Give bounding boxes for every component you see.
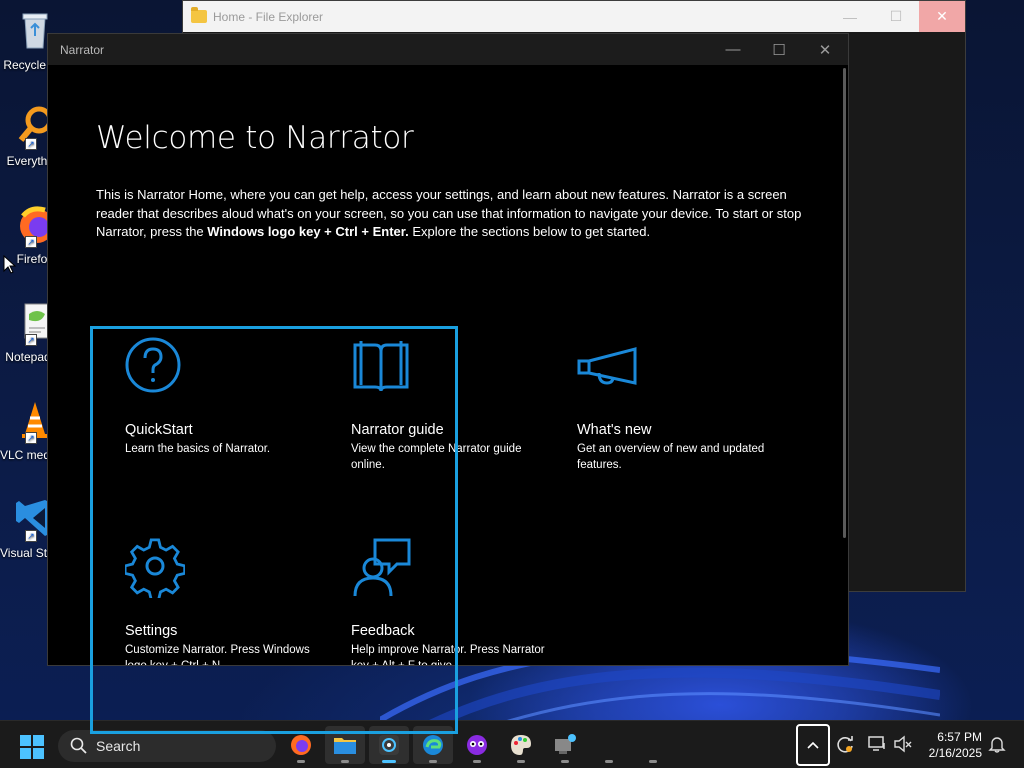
tile-description: View the complete Narrator guide online. (351, 443, 522, 471)
narrator-close-button[interactable]: ✕ (802, 34, 848, 65)
taskbar-edge[interactable] (413, 726, 453, 764)
tile-whats-new[interactable]: What's new Get an overview of new and up… (577, 337, 777, 473)
narrator-minimize-button[interactable]: — (710, 34, 756, 65)
taskbar-file-explorer[interactable] (325, 726, 365, 764)
book-icon (353, 341, 409, 392)
bell-icon (988, 737, 1006, 753)
clock-time: 6:57 PM (937, 730, 982, 744)
tile-settings[interactable]: Settings Customize Narrator. Press Windo… (123, 538, 325, 666)
running-indicator (605, 760, 613, 763)
running-indicator (473, 760, 481, 763)
taskbar: Search 6:57 PM 2/16/2025 (0, 720, 1024, 768)
explorer-maximize-button[interactable]: ☐ (873, 1, 919, 32)
running-indicator (382, 760, 396, 763)
intro-shortcut-text: Windows logo key + Ctrl + Enter. (207, 224, 409, 239)
gear-icon (123, 538, 187, 601)
update-refresh-icon (837, 736, 853, 753)
taskbar-search-box[interactable]: Search (58, 730, 276, 762)
notifications-button[interactable] (986, 733, 1008, 755)
owl-app-icon (467, 735, 487, 755)
taskbar-app-monitor[interactable] (545, 726, 585, 764)
tray-volume-button[interactable] (892, 733, 914, 755)
search-placeholder: Search (96, 738, 141, 754)
volume-muted-icon (894, 735, 912, 753)
tile-title: Feedback (351, 623, 415, 639)
tile-title: What's new (577, 422, 652, 438)
tile-quickstart[interactable]: QuickStart Learn the basics of Narrator. (125, 337, 325, 457)
shortcut-arrow-icon: ↗ (25, 432, 37, 444)
feedback-icon (353, 538, 411, 597)
narrator-window-title: Narrator (60, 42, 105, 57)
edge-icon (423, 735, 443, 755)
tile-title: Narrator guide (351, 422, 444, 438)
shortcut-arrow-icon: ↗ (25, 236, 37, 248)
running-indicator (561, 760, 569, 763)
megaphone-icon (577, 347, 637, 385)
taskbar-paint[interactable] (501, 726, 541, 764)
clock-date: 2/16/2025 (928, 746, 982, 760)
tile-description: Get an overview of new and updated featu… (577, 443, 765, 471)
search-icon (70, 737, 87, 754)
running-indicator (297, 760, 305, 763)
tile-narrator-guide[interactable]: Narrator guide View the complete Narrato… (351, 337, 551, 473)
taskbar-firefox[interactable] (281, 726, 321, 764)
tile-description: Help improve Narrator. Press Narrator ke… (351, 644, 545, 666)
narrator-titlebar[interactable]: Narrator — ☐ ✕ (48, 34, 848, 65)
question-icon (125, 337, 181, 393)
explorer-title: Home - File Explorer (213, 9, 324, 24)
shortcut-arrow-icon: ↗ (25, 334, 37, 346)
narrator-app-icon (379, 735, 399, 755)
firefox-icon (291, 735, 311, 755)
intro-text: This is Narrator Home, where you can get… (96, 186, 816, 242)
taskbar-narrator[interactable] (369, 726, 409, 764)
network-icon (868, 736, 885, 751)
intro-text-part: Explore the sections below to get starte… (408, 224, 651, 239)
tray-network-button[interactable] (866, 733, 888, 755)
taskbar-app-owl[interactable] (457, 726, 497, 764)
running-indicator (649, 760, 657, 763)
chevron-up-icon (807, 741, 819, 749)
folder-icon (191, 7, 207, 23)
explorer-titlebar[interactable]: Home - File Explorer — ☐ ✕ (183, 1, 965, 32)
narrator-window[interactable]: Narrator — ☐ ✕ Welcome to Narrator This … (47, 33, 849, 666)
shortcut-arrow-icon: ↗ (25, 138, 37, 150)
tile-title: QuickStart (125, 422, 193, 438)
tile-feedback[interactable]: Feedback Help improve Narrator. Press Na… (351, 538, 551, 666)
shortcut-arrow-icon: ↗ (25, 530, 37, 542)
explorer-minimize-button[interactable]: — (827, 1, 873, 32)
running-indicator (517, 760, 525, 763)
tile-title: Settings (125, 623, 178, 639)
tile-description: Learn the basics of Narrator. (125, 443, 271, 455)
windows-start-icon[interactable] (20, 735, 44, 759)
running-indicator (429, 760, 437, 763)
running-indicator (341, 760, 349, 763)
paint-palette-icon (511, 735, 531, 755)
page-title: Welcome to Narrator (96, 120, 414, 156)
show-hidden-icons-button[interactable] (796, 724, 830, 766)
taskbar-app-slot-1[interactable] (589, 726, 629, 764)
tray-update-icon-button[interactable] (834, 733, 856, 755)
tile-description: Customize Narrator. Press Windows logo k… (125, 644, 310, 666)
monitor-app-icon (555, 734, 576, 754)
taskbar-app-slot-2[interactable] (633, 726, 673, 764)
folder-icon (334, 738, 356, 754)
narrator-maximize-button[interactable]: ☐ (756, 34, 802, 65)
mouse-cursor-icon (3, 255, 17, 274)
narrator-scrollbar[interactable] (843, 68, 846, 538)
taskbar-clock[interactable]: 6:57 PM 2/16/2025 (918, 729, 982, 761)
explorer-close-button[interactable]: ✕ (919, 1, 965, 32)
